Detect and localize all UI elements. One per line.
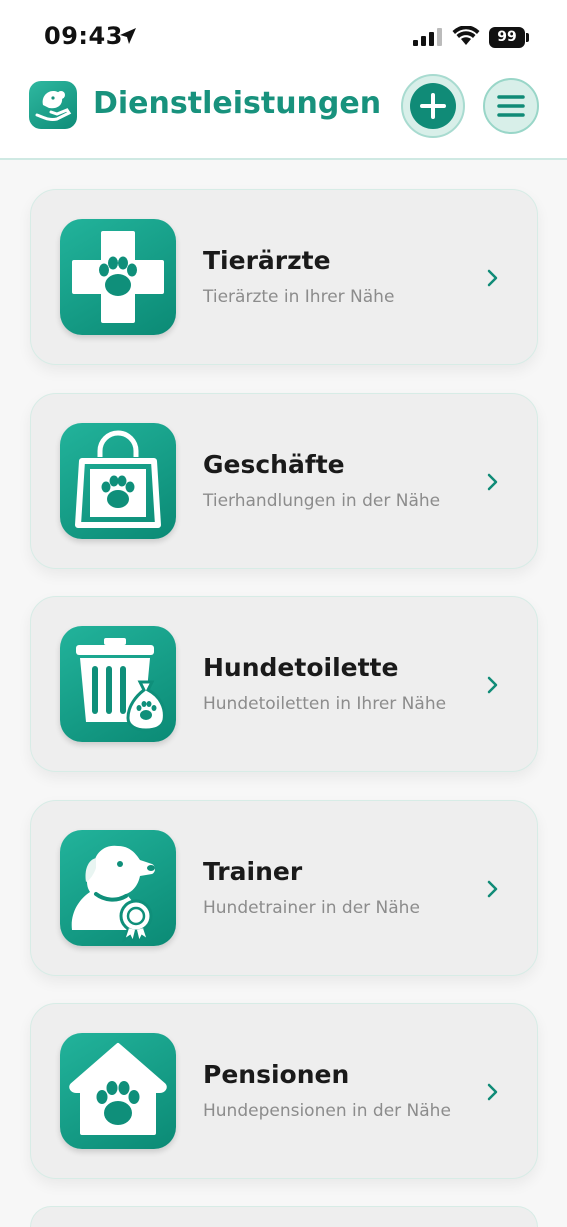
chevron-right-icon [487,880,498,898]
trash-bin-bag-icon [60,626,176,742]
menu-button[interactable] [483,78,539,134]
service-title: Tierärzte [203,246,331,275]
chevron-right-icon [487,676,498,694]
status-bar: 09:43 99 [0,0,567,70]
service-subtitle: Hundepensionen in der Nähe [203,1101,451,1121]
service-card-trainer[interactable]: Trainer Hundetrainer in der Nähe [30,800,538,976]
service-subtitle: Hundetrainer in der Nähe [203,898,420,918]
dog-medal-icon [60,830,176,946]
app-logo [29,81,77,129]
app-header: Dienstleistungen [0,70,567,160]
service-subtitle: Tierhandlungen in der Nähe [203,491,441,511]
service-title: Geschäfte [203,450,345,479]
service-title: Trainer [203,857,303,886]
location-arrow-icon [120,28,136,44]
service-card-partial[interactable] [30,1206,538,1227]
vet-cross-paw-icon [60,219,176,335]
service-subtitle: Tierärzte in Ihrer Nähe [203,287,395,307]
service-card-geschaefte[interactable]: Geschäfte Tierhandlungen in der Nähe [30,393,538,569]
status-time: 09:43 [44,22,123,50]
service-title: Hundetoilette [203,653,399,682]
service-card-hundetoilette[interactable]: Hundetoilette Hundetoiletten in Ihrer Nä… [30,596,538,772]
cellular-signal-icon [413,28,442,46]
add-button-inner [410,83,456,129]
page-title: Dienstleistungen [93,86,382,121]
chevron-right-icon [487,473,498,491]
hamburger-menu-icon [497,95,525,117]
service-subtitle: Hundetoiletten in Ihrer Nähe [203,694,447,714]
add-button[interactable] [401,74,465,138]
chevron-right-icon [487,269,498,287]
service-card-pensionen[interactable]: Pensionen Hundepensionen in der Nähe [30,1003,538,1179]
dog-hand-logo-icon [35,91,72,121]
service-card-tieraerzte[interactable]: Tierärzte Tierärzte in Ihrer Nähe [30,189,538,365]
battery-indicator: 99 [489,27,525,48]
service-title: Pensionen [203,1060,350,1089]
shopping-bag-paw-icon [60,423,176,539]
house-paw-icon [60,1033,176,1149]
plus-icon [420,93,446,119]
wifi-icon [452,26,480,45]
battery-tip [526,33,529,42]
chevron-right-icon [487,1083,498,1101]
